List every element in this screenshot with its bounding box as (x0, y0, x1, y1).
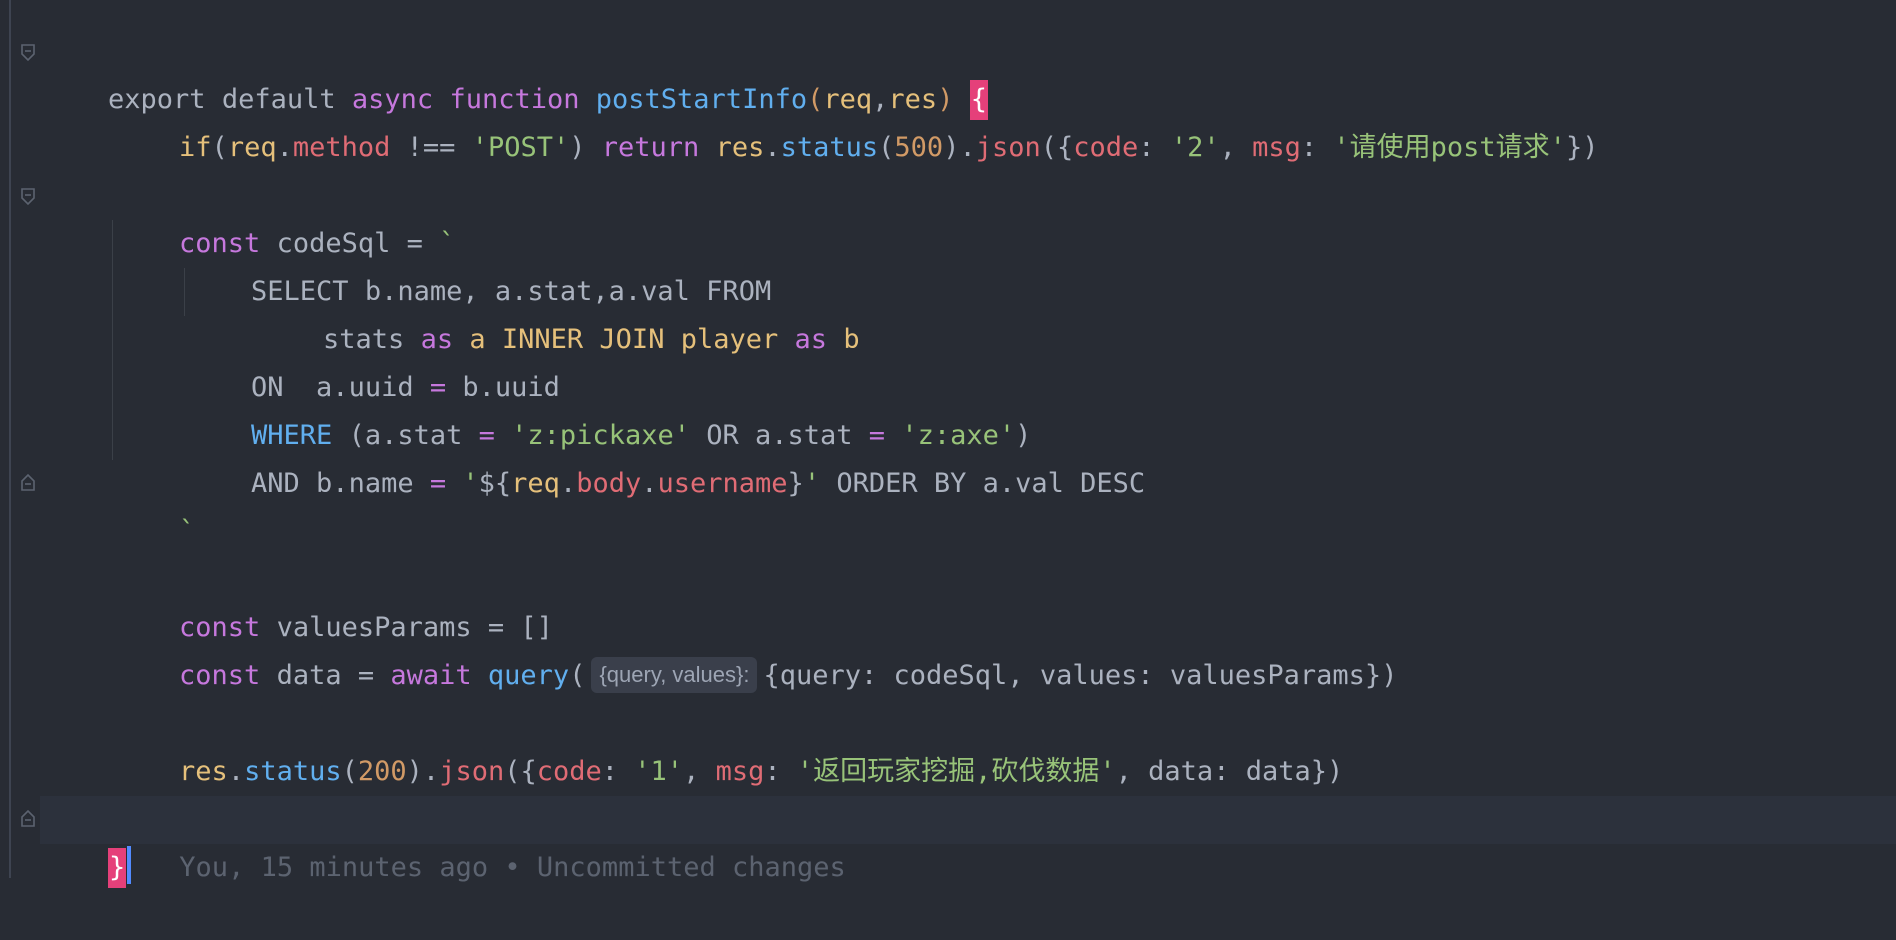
punct: . (227, 756, 245, 787)
code-line-15[interactable]: res.status(200).json({code: '1', msg: '返… (114, 700, 1343, 787)
ident-data: data = (260, 660, 391, 691)
sql-eq: = (429, 468, 447, 499)
code-line-6[interactable]: stats as a INNER JOIN player as b (258, 268, 860, 355)
punct: : (601, 756, 635, 787)
code-line-7[interactable]: ON a.uuid = b.uuid (186, 316, 560, 403)
sql-alias-b: b (843, 324, 860, 355)
string-code: '2' (1170, 132, 1220, 163)
code-line-13[interactable]: const data = await query({query, values}… (114, 604, 1397, 693)
code-editor[interactable]: export default async function postStartI… (0, 0, 1896, 888)
punct: . (641, 468, 658, 499)
method-json: json (439, 756, 505, 787)
number-500: 500 (894, 132, 944, 163)
punct: ( (211, 132, 228, 163)
keyword-return: return (601, 132, 700, 163)
string-msg: '返回玩家挖掘,砍伐数据' (796, 756, 1116, 787)
text-cursor (127, 846, 132, 884)
punct: ). (943, 132, 976, 163)
string-msg: '请使用post请求' (1333, 132, 1566, 163)
sql-and: AND b.name (251, 468, 430, 499)
code-line-2[interactable]: if(req.method !== 'POST') return res.sta… (114, 76, 1598, 163)
indent-guide (184, 268, 185, 316)
method-status: status (780, 132, 879, 163)
fold-close-icon[interactable] (20, 472, 36, 492)
string-code: '1' (634, 756, 684, 787)
code-line-10[interactable]: ` (114, 460, 195, 547)
fold-open-icon[interactable] (20, 187, 36, 207)
operator: !== (390, 132, 472, 163)
interp-open: ${ (478, 468, 512, 499)
punct: . (764, 132, 781, 163)
code-line-12[interactable]: const valuesParams = [] (114, 556, 553, 643)
key-msg: msg (1252, 132, 1301, 163)
punct: ({ (1040, 132, 1074, 163)
punct: , (683, 756, 716, 787)
function-query: query (487, 660, 570, 691)
keyword-if: if (179, 132, 212, 163)
code-line-8[interactable]: WHERE (a.stat = 'z:pickaxe' OR a.stat = … (186, 364, 1031, 451)
string-post: 'POST' (471, 132, 570, 163)
ident-res: res (715, 132, 765, 163)
sql-as: as (794, 324, 828, 355)
sql-quote: ' (462, 468, 479, 499)
punct: : (1300, 132, 1334, 163)
key-code: code (536, 756, 602, 787)
matched-brace-close: } (108, 848, 127, 888)
code-line-4[interactable]: const codeSql = ` (114, 172, 455, 259)
code-line-17[interactable]: } You, 15 minutes ago • Uncommitted chang… (43, 796, 846, 888)
data-args: , data: data}) (1115, 756, 1344, 787)
punct: , (1219, 132, 1253, 163)
prop-username: username (657, 468, 788, 499)
punct: ) (569, 132, 602, 163)
code-line-1[interactable]: export default async function postStartI… (43, 28, 988, 120)
sql-order-by: ORDER BY a.val DESC (820, 468, 1146, 499)
key-code: code (1073, 132, 1139, 163)
key-msg: msg (715, 756, 765, 787)
interp-close: } (787, 468, 804, 499)
indent-guide (112, 220, 113, 460)
punct: : (1138, 132, 1171, 163)
keyword-await: await (390, 660, 472, 691)
keyword-const: const (179, 660, 261, 691)
fold-close-icon[interactable] (20, 808, 36, 828)
prop-method: method (292, 132, 391, 163)
prop-body: body (576, 468, 642, 499)
gutter-border (9, 0, 11, 878)
punct: : (764, 756, 797, 787)
punct: }) (1565, 132, 1599, 163)
punct: ({ (504, 756, 537, 787)
number-200: 200 (357, 756, 407, 787)
punct: . (559, 468, 577, 499)
fold-open-icon[interactable] (20, 43, 36, 63)
ident-req: req (511, 468, 560, 499)
sql-player: player (680, 324, 779, 355)
git-blame-annotation[interactable]: You, 15 minutes ago • Uncommitted change… (179, 852, 845, 883)
ident-req: req (227, 132, 277, 163)
backtick: ` (179, 516, 196, 547)
code-line-5[interactable]: SELECT b.name, a.stat,a.val FROM (186, 220, 771, 307)
punct: . (276, 132, 293, 163)
query-args: {query: codeSql, values: valuesParams}) (763, 660, 1398, 691)
method-status: status (244, 756, 342, 787)
punct: ( (569, 660, 586, 691)
punct: ( (341, 756, 358, 787)
punct: ). (406, 756, 440, 787)
punct: ( (878, 132, 895, 163)
method-json: json (975, 132, 1041, 163)
ident-res: res (179, 756, 228, 787)
code-line-9[interactable]: AND b.name = '${req.body.username}' ORDE… (186, 412, 1145, 499)
parameter-hint: {query, values}: (591, 657, 758, 693)
sql-quote: ' (803, 468, 821, 499)
